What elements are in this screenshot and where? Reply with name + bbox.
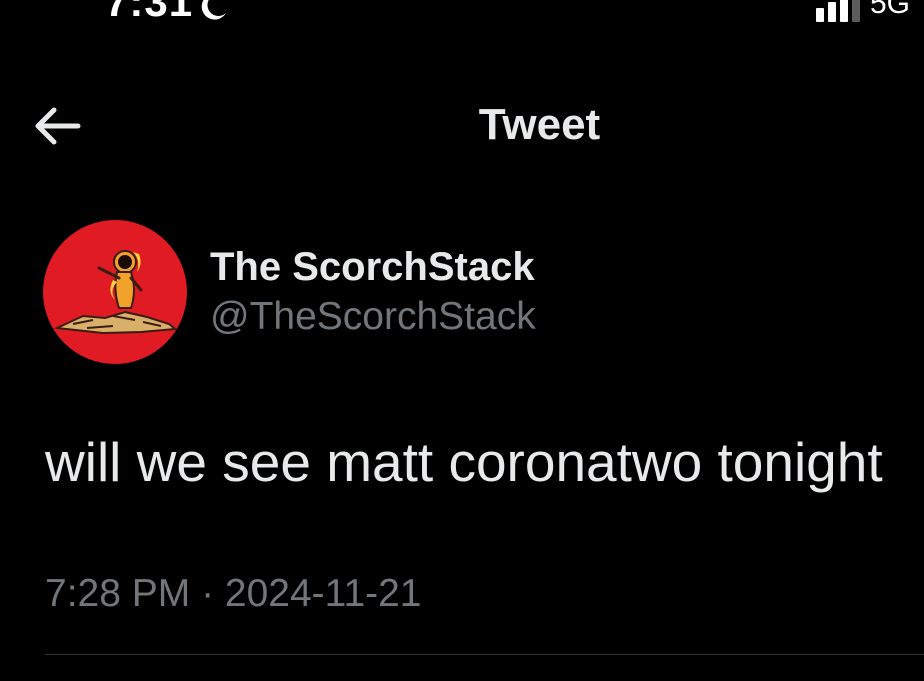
author-handle[interactable]: @TheScorchStack	[210, 295, 536, 339]
status-bar-time-group: 7:31	[105, 0, 229, 26]
cellular-signal-icon	[815, 0, 860, 22]
tweet-detail-screen: 7:31 5G Tweet The ScorchStack @TheScorch…	[0, 0, 924, 681]
status-bar-indicators: 5G	[815, 0, 910, 22]
avatar-image	[53, 250, 178, 335]
status-time: 7:31	[105, 0, 194, 25]
author-name[interactable]: The ScorchStack	[210, 245, 535, 290]
moon-icon	[201, 0, 227, 20]
tweet-timestamp[interactable]: 7:28 PM · 2024-11-21	[45, 572, 422, 616]
network-type: 5G	[869, 0, 910, 20]
tweet-text: will we see matt coronatwo tonight	[45, 431, 883, 493]
divider	[45, 654, 924, 655]
page-title: Tweet	[478, 100, 601, 149]
avatar[interactable]	[43, 220, 187, 364]
